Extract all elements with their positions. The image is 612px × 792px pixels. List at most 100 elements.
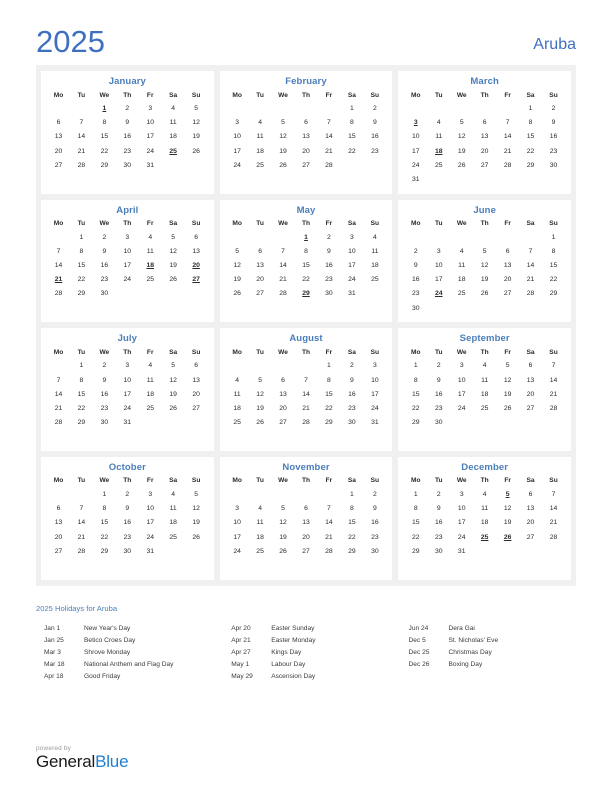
day-cell: 5 (171, 362, 176, 370)
day-cell: 12 (279, 133, 287, 141)
weekday-header: Th (480, 220, 489, 228)
day-cell-empty (496, 416, 519, 430)
week-row (226, 558, 387, 572)
day-cell-empty (519, 416, 542, 430)
day-cell: 24 (146, 533, 154, 541)
day-cell-empty (427, 301, 450, 315)
day-cell: 8 (350, 119, 354, 127)
day-cell: 22 (412, 533, 420, 541)
holiday-list-item: Mar 3 Shrove Monday (44, 647, 231, 659)
day-cell: 21 (279, 276, 287, 284)
weekday-header: Tu (256, 348, 264, 356)
day-cell-empty (185, 172, 208, 186)
weekday-header: Tu (434, 348, 443, 356)
day-cell: 27 (480, 161, 489, 169)
day-cell-empty (295, 430, 318, 444)
day-cell: 18 (169, 133, 177, 141)
day-cell-holiday: 18 (434, 147, 443, 155)
day-cell-empty (473, 172, 496, 186)
months-grid: January Mo Tu We Th Fr Sa Su 1 2 3 4 5 6 7 8 9 10 11 12 13 14… (41, 71, 571, 580)
day-cell-empty (519, 544, 542, 558)
weekday-header-row: Mo Tu We Th Fr Sa Su (226, 347, 387, 359)
day-cell: 6 (528, 490, 533, 498)
week-row: 16 17 18 19 20 21 22 (404, 273, 565, 287)
generalblue-logo[interactable]: GeneralBlue (36, 753, 129, 770)
weekday-header: We (278, 477, 288, 485)
day-cell-empty (162, 172, 185, 186)
day-cell-holiday: 5 (505, 490, 510, 498)
day-cell-empty (226, 172, 249, 186)
day-cell: 27 (256, 290, 264, 298)
day-cell: 17 (123, 390, 132, 398)
day-cell-empty (116, 558, 139, 572)
day-cell: 8 (79, 376, 84, 384)
day-cell-empty (47, 430, 70, 444)
day-cell: 11 (256, 519, 264, 527)
week-row: 4 5 6 7 8 9 10 (226, 373, 387, 387)
day-cell: 28 (279, 290, 287, 298)
day-cell: 17 (348, 262, 356, 270)
day-cell: 22 (348, 533, 356, 541)
weekday-header: Su (191, 91, 201, 99)
week-row: 10 11 12 13 14 15 16 (226, 130, 387, 144)
week-row: 13 14 15 16 17 18 19 (47, 516, 208, 530)
day-cell: 6 (281, 376, 285, 384)
day-cell: 14 (279, 262, 287, 270)
day-cell-empty (139, 287, 162, 301)
weekday-header-row: Mo Tu We Th Fr Sa Su (404, 219, 565, 231)
day-cell: 9 (372, 505, 377, 513)
day-cell: 27 (54, 547, 63, 555)
day-cell-empty (450, 416, 473, 430)
day-cell: 23 (434, 404, 443, 412)
month-day-grid: Mo Tu We Th Fr Sa Su 1 2 3 4 5 6 7 8 9 10 11 12 13 14 15 16 17 1… (47, 219, 208, 316)
weekday-header: Th (480, 348, 489, 356)
month-day-grid: Mo Tu We Th Fr Sa Su 1 2 3 4 5 6 7 8 9 10 11 12 13 14 15 16 17 1… (404, 347, 565, 444)
day-cell: 30 (100, 419, 109, 427)
week-row: 24 25 26 27 28 (226, 158, 387, 172)
holiday-name: Easter Sunday (271, 624, 315, 632)
day-cell-empty (272, 487, 295, 501)
day-cell-empty (249, 301, 272, 315)
day-cell: 16 (434, 519, 443, 527)
holiday-name: Betico Croes Day (84, 636, 136, 644)
weekday-header: Su (549, 91, 558, 99)
day-cell-empty (473, 230, 496, 244)
day-cell-empty (249, 487, 272, 501)
day-cell-empty (427, 558, 450, 572)
day-cell: 19 (279, 147, 287, 155)
day-cell: 21 (325, 147, 333, 155)
day-cell-empty (363, 558, 386, 572)
day-cell: 16 (371, 133, 379, 141)
day-cell: 28 (526, 290, 535, 298)
weekday-header: Fr (325, 477, 333, 485)
day-cell: 18 (371, 262, 379, 270)
week-row: 1 2 3 4 5 6 (47, 230, 208, 244)
day-cell: 19 (192, 519, 200, 527)
day-cell: 12 (480, 262, 489, 270)
country-title: Aruba (533, 36, 576, 53)
day-cell: 18 (256, 533, 264, 541)
day-cell: 8 (102, 505, 107, 513)
weekday-header: Th (123, 91, 132, 99)
day-cell: 16 (348, 390, 356, 398)
month-card-september: September Mo Tu We Th Fr Sa Su 1 2 3 4 5 6 7 8 9 10 11 12 13… (398, 328, 571, 451)
day-cell: 12 (279, 519, 287, 527)
month-card-january: January Mo Tu We Th Fr Sa Su 1 2 3 4 5 6 7 8 9 10 11 12 13 14… (41, 71, 214, 194)
day-cell: 24 (457, 533, 466, 541)
day-cell-empty (249, 172, 272, 186)
day-cell-empty (450, 102, 473, 116)
holiday-name: Dera Gai (448, 624, 475, 632)
month-title: April (116, 204, 139, 216)
day-cell: 13 (302, 519, 310, 527)
day-cell: 23 (412, 290, 420, 298)
day-cell: 3 (350, 233, 354, 241)
day-cell-empty (47, 102, 70, 116)
day-cell: 30 (123, 161, 132, 169)
weekday-header: Th (123, 220, 132, 228)
day-cell-empty (542, 416, 565, 430)
day-cell-empty (162, 544, 185, 558)
day-cell: 15 (526, 133, 535, 141)
month-card-march: March Mo Tu We Th Fr Sa Su 1 2 3 4 5 6 7 8 9 10 11 12 13 14 15… (398, 71, 571, 194)
footer-logo: powered by GeneralBlue (36, 745, 129, 770)
day-cell-empty (450, 430, 473, 444)
